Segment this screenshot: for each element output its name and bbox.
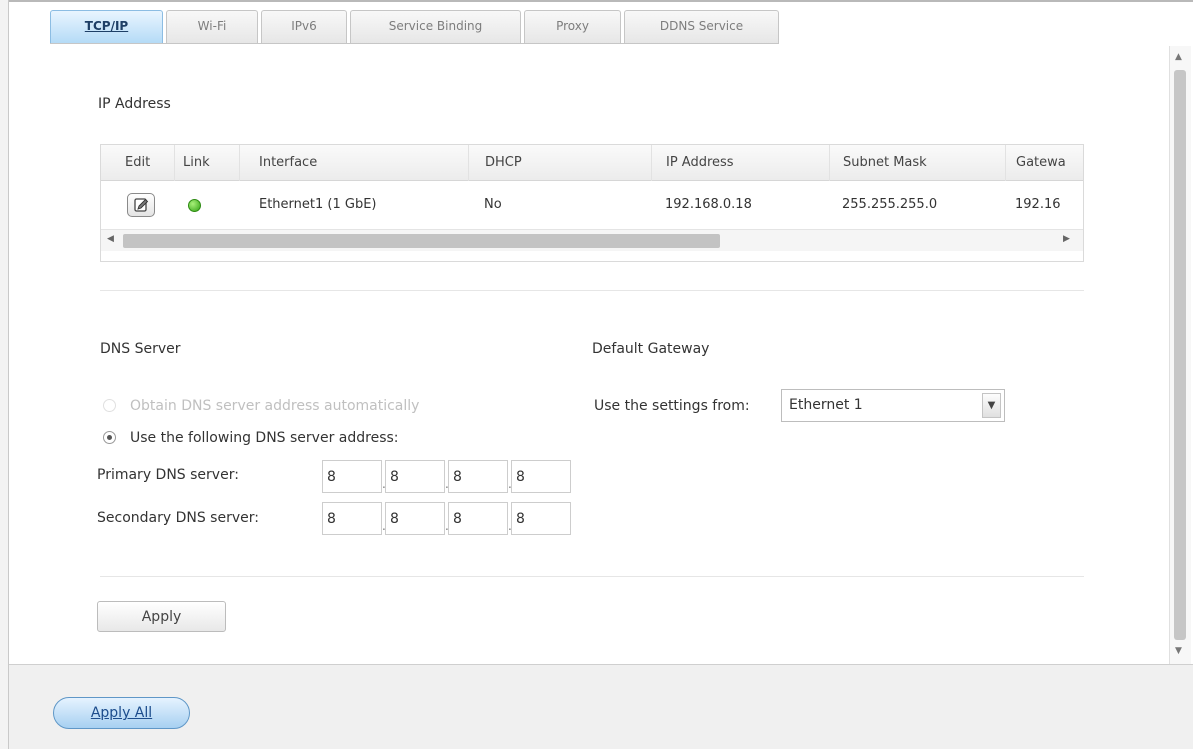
apply-button[interactable]: Apply	[97, 601, 226, 632]
tab-proxy[interactable]: Proxy	[524, 10, 621, 44]
primary-dns-label: Primary DNS server:	[97, 467, 239, 483]
secondary-dns-octet-3[interactable]	[448, 502, 508, 535]
apply-all-button[interactable]: Apply All	[53, 697, 190, 729]
vertical-scrollbar[interactable]: ▲ ▼	[1169, 46, 1191, 664]
scroll-left-arrow-icon[interactable]: ◀	[107, 234, 114, 244]
scroll-down-arrow-icon[interactable]: ▼	[1175, 646, 1182, 656]
tab-label: DDNS Service	[659, 19, 744, 33]
section-divider	[100, 576, 1084, 577]
column-header-subnet-mask[interactable]: Subnet Mask	[829, 145, 1005, 181]
column-header-gateway[interactable]: Gatewa	[1005, 145, 1083, 181]
radio-use-following-dns[interactable]: Use the following DNS server address:	[103, 429, 399, 447]
secondary-dns-label: Secondary DNS server:	[97, 510, 259, 526]
use-settings-from-label: Use the settings from:	[594, 398, 750, 414]
tab-label: Service Binding	[388, 19, 483, 33]
window-left-border	[0, 0, 9, 749]
edit-icon	[134, 198, 149, 212]
default-gateway-title: Default Gateway	[592, 341, 710, 357]
tab-label: Wi-Fi	[197, 19, 227, 33]
tab-service-binding[interactable]: Service Binding	[350, 10, 521, 44]
radio-label: Obtain DNS server address automatically	[130, 398, 420, 414]
chevron-down-icon[interactable]: ▼	[982, 393, 1001, 418]
primary-dns-octet-1[interactable]	[322, 460, 382, 493]
horizontal-scrollbar[interactable]: ◀ ▶	[101, 229, 1083, 251]
radio-button[interactable]	[103, 431, 116, 444]
radio-label: Use the following DNS server address:	[130, 430, 399, 446]
primary-dns-octet-2[interactable]	[385, 460, 445, 493]
tab-tcp-ip[interactable]: TCP/IP	[50, 10, 163, 44]
gateway-interface-select[interactable]: Ethernet 1 ▼	[781, 389, 1005, 422]
column-header-link[interactable]: Link	[174, 145, 239, 181]
column-header-edit[interactable]: Edit	[101, 145, 174, 181]
cell-ip-address: 192.168.0.18	[665, 197, 752, 212]
ip-address-title: IP Address	[98, 96, 171, 112]
tab-ipv6[interactable]: IPv6	[261, 10, 347, 44]
secondary-dns-octet-2[interactable]	[385, 502, 445, 535]
tab-label: IPv6	[291, 19, 317, 33]
cell-gateway: 192.16	[1015, 197, 1061, 212]
scroll-up-arrow-icon[interactable]: ▲	[1175, 52, 1182, 62]
horizontal-scrollbar-thumb[interactable]	[123, 234, 720, 248]
dns-server-title: DNS Server	[100, 341, 181, 357]
radio-button[interactable]	[103, 399, 116, 412]
cell-interface: Ethernet1 (1 GbE)	[259, 197, 377, 212]
window-top-border	[0, 0, 1193, 2]
select-value: Ethernet 1	[789, 397, 863, 413]
table-row[interactable]: Ethernet1 (1 GbE) No 192.168.0.18 255.25…	[101, 182, 1083, 228]
secondary-dns-octet-4[interactable]	[511, 502, 571, 535]
vertical-scrollbar-thumb[interactable]	[1174, 70, 1186, 640]
section-divider	[100, 290, 1084, 291]
cell-subnet-mask: 255.255.255.0	[842, 197, 938, 212]
edit-button[interactable]	[127, 193, 155, 217]
tab-ddns-service[interactable]: DDNS Service	[624, 10, 779, 44]
tab-label: Proxy	[556, 19, 589, 33]
primary-dns-octet-4[interactable]	[511, 460, 571, 493]
column-header-dhcp[interactable]: DHCP	[468, 145, 651, 181]
tab-underline	[50, 43, 779, 44]
link-status-icon	[188, 199, 201, 212]
tab-label: TCP/IP	[84, 19, 129, 33]
radio-obtain-dns-auto[interactable]: Obtain DNS server address automatically	[103, 397, 419, 415]
cell-dhcp: No	[484, 197, 502, 212]
scroll-right-arrow-icon[interactable]: ▶	[1063, 234, 1070, 244]
secondary-dns-octet-1[interactable]	[322, 502, 382, 535]
column-header-ip-address[interactable]: IP Address	[651, 145, 829, 181]
primary-dns-octet-3[interactable]	[448, 460, 508, 493]
grid-header: Edit Link Interface DHCP IP Address Subn…	[101, 145, 1083, 181]
tab-wi-fi[interactable]: Wi-Fi	[166, 10, 258, 44]
column-header-interface[interactable]: Interface	[239, 145, 468, 181]
ip-address-grid: Edit Link Interface DHCP IP Address Subn…	[100, 144, 1084, 262]
